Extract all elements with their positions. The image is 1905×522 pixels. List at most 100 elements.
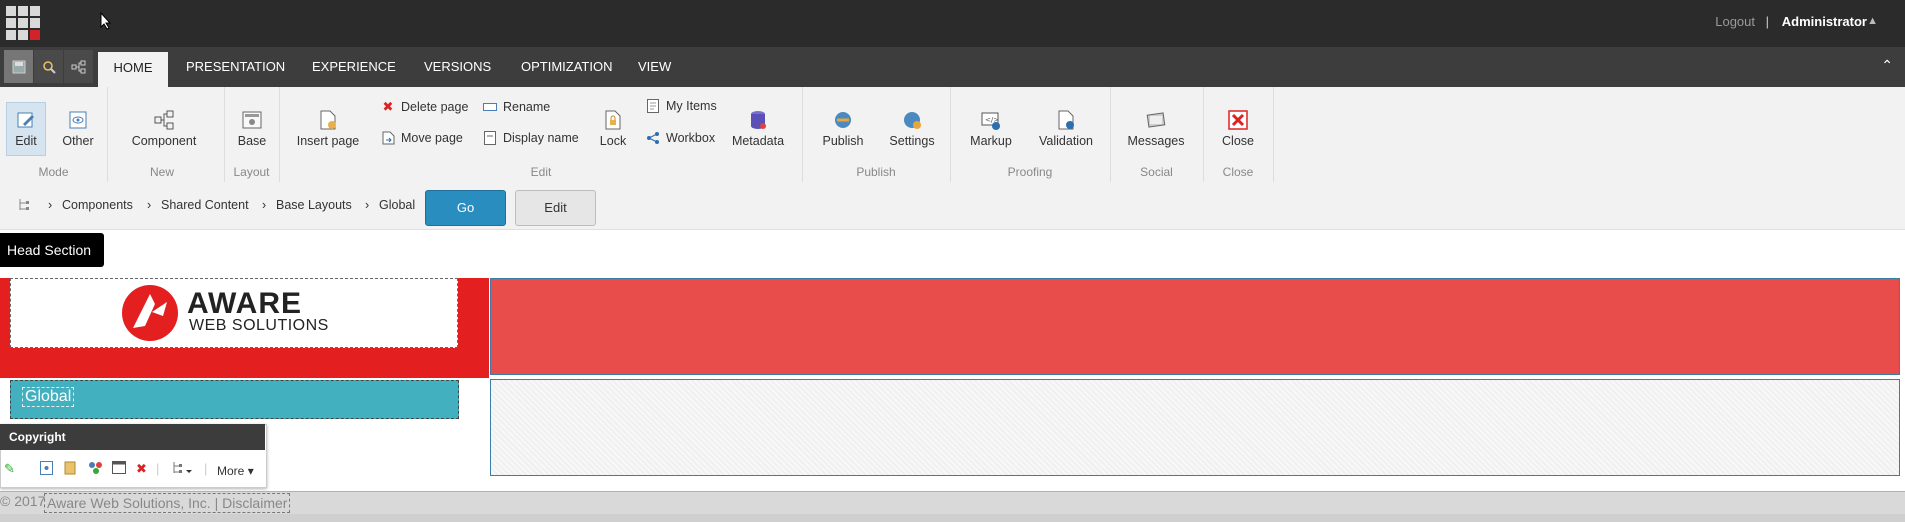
- global-label[interactable]: Global: [22, 387, 75, 407]
- header-red-placeholder[interactable]: [490, 278, 1900, 375]
- breadcrumb-item-components[interactable]: Components: [62, 198, 133, 212]
- breadcrumb-item-base-layouts[interactable]: Base Layouts: [276, 198, 352, 212]
- move-page-label: Move page: [401, 131, 463, 145]
- personalize-icon[interactable]: [88, 461, 104, 478]
- tree-dropdown-icon[interactable]: [172, 461, 194, 478]
- tab-bar: [0, 47, 1905, 87]
- window-icon[interactable]: [112, 461, 126, 477]
- publish-icon: [835, 112, 851, 128]
- markup-label: Markup: [970, 134, 1012, 148]
- rename-label: Rename: [503, 100, 551, 114]
- ribbon-group-close: Close Close: [1203, 87, 1274, 182]
- component-label: Component: [131, 134, 197, 148]
- breadcrumb-separator: ›: [147, 198, 152, 212]
- bottom-strip: [0, 514, 1905, 522]
- new-group-label: New: [149, 165, 174, 179]
- settings-label: Settings: [889, 134, 935, 148]
- user-name[interactable]: Administrator: [1782, 14, 1867, 29]
- breadcrumb-separator: ›: [365, 198, 370, 212]
- breadcrumb-separator: ›: [262, 198, 267, 212]
- ribbon-group-new: Component New: [107, 87, 225, 182]
- new-component-button[interactable]: Component: [129, 109, 199, 148]
- move-page-icon: [380, 131, 396, 145]
- content-tree-icon[interactable]: [64, 50, 93, 83]
- footer-copyright-text[interactable]: Aware Web Solutions, Inc. | Disclaimer: [44, 493, 291, 513]
- tab-view[interactable]: VIEW: [638, 53, 671, 81]
- validation-button[interactable]: Validation: [1036, 109, 1096, 148]
- app-menu-grid-icon[interactable]: [6, 6, 42, 42]
- user-icon[interactable]: ▲: [1867, 15, 1878, 27]
- base-layout-button[interactable]: Base: [232, 109, 272, 148]
- tab-versions[interactable]: VERSIONS: [424, 53, 491, 81]
- topbar-separator: |: [1765, 14, 1769, 29]
- more-dropdown[interactable]: More ▾: [217, 464, 254, 478]
- global-nav-component[interactable]: [10, 380, 459, 419]
- tab-experience[interactable]: EXPERIENCE: [312, 53, 396, 81]
- my-items-icon: [645, 99, 661, 113]
- ribbon-group-edit: Insert page ✖ Delete page Move page Rena…: [280, 87, 803, 182]
- lock-icon: [605, 110, 621, 130]
- edit-pencil-icon[interactable]: ✎: [4, 461, 15, 477]
- database-icon: [751, 111, 766, 129]
- insert-page-label: Insert page: [296, 134, 360, 148]
- my-items-button[interactable]: My Items: [645, 99, 717, 113]
- more-label: More: [217, 464, 245, 478]
- delete-page-label: Delete page: [401, 100, 469, 114]
- breadcrumb-item-global[interactable]: Global: [379, 198, 415, 212]
- tab-optimization[interactable]: OPTIMIZATION: [521, 53, 612, 81]
- edit-mode-button[interactable]: Edit: [8, 109, 44, 148]
- tab-presentation[interactable]: PRESENTATION: [186, 53, 285, 81]
- save-icon[interactable]: [4, 50, 33, 83]
- publish-settings-button[interactable]: Settings: [886, 109, 938, 148]
- close-group-label: Close: [1222, 165, 1254, 179]
- messages-button[interactable]: Messages: [1126, 109, 1186, 148]
- publish-button[interactable]: Publish: [818, 109, 868, 148]
- tree-icon[interactable]: [18, 198, 30, 215]
- markup-button[interactable]: </> Markup: [968, 109, 1014, 148]
- metadata-button[interactable]: Metadata: [730, 109, 786, 148]
- rename-button[interactable]: Rename: [482, 100, 550, 114]
- toolbar-separator: |: [156, 461, 160, 476]
- display-name-icon: [482, 131, 498, 145]
- other-mode-button[interactable]: Other: [58, 109, 98, 148]
- proofing-group-label: Proofing: [1007, 165, 1053, 179]
- breadcrumb-separator: ›: [48, 198, 53, 212]
- logo-subtitle: WEB SOLUTIONS: [189, 317, 329, 334]
- logo-container[interactable]: AWARE WEB SOLUTIONS: [10, 278, 458, 348]
- logo-name: AWARE: [187, 287, 303, 320]
- validation-label: Validation: [1039, 134, 1093, 148]
- validation-icon: [1058, 110, 1074, 130]
- messages-label: Messages: [1127, 134, 1185, 148]
- pencil-icon: [17, 112, 34, 128]
- tab-home[interactable]: HOME: [98, 52, 168, 87]
- messages-icon: [1146, 112, 1166, 128]
- remove-icon[interactable]: ✖: [136, 461, 147, 477]
- go-button[interactable]: Go: [425, 190, 506, 226]
- breadcrumb-item-shared-content[interactable]: Shared Content: [161, 198, 249, 212]
- toolbar-separator: |: [204, 461, 208, 476]
- workbox-icon: [645, 131, 661, 145]
- insert-page-button[interactable]: Insert page: [296, 109, 360, 148]
- base-label: Base: [237, 134, 267, 148]
- empty-placeholder-zone[interactable]: [490, 379, 1900, 476]
- display-name-button[interactable]: Display name: [482, 131, 579, 145]
- lock-button[interactable]: Lock: [595, 109, 631, 148]
- properties-icon[interactable]: [40, 461, 53, 478]
- collapse-ribbon-icon[interactable]: ⌃: [1881, 57, 1893, 74]
- move-page-button[interactable]: Move page: [380, 131, 463, 145]
- logout-link[interactable]: Logout: [1715, 14, 1755, 29]
- metadata-label: Metadata: [731, 134, 785, 148]
- other-mode-label: Other: [62, 134, 94, 148]
- search-icon[interactable]: [34, 50, 63, 83]
- workbox-button[interactable]: Workbox: [645, 131, 715, 145]
- top-bar: [0, 0, 1905, 47]
- edit-button[interactable]: Edit: [515, 190, 596, 226]
- publish-group-label: Publish: [856, 165, 896, 179]
- delete-page-button[interactable]: ✖ Delete page: [380, 100, 469, 115]
- close-button[interactable]: Close: [1215, 109, 1261, 148]
- datasource-icon[interactable]: [64, 461, 76, 478]
- workbox-label: Workbox: [666, 131, 716, 145]
- head-section-tab[interactable]: Head Section: [0, 233, 104, 267]
- component-toolbar-title: Copyright: [0, 424, 265, 450]
- rename-icon: [482, 100, 498, 114]
